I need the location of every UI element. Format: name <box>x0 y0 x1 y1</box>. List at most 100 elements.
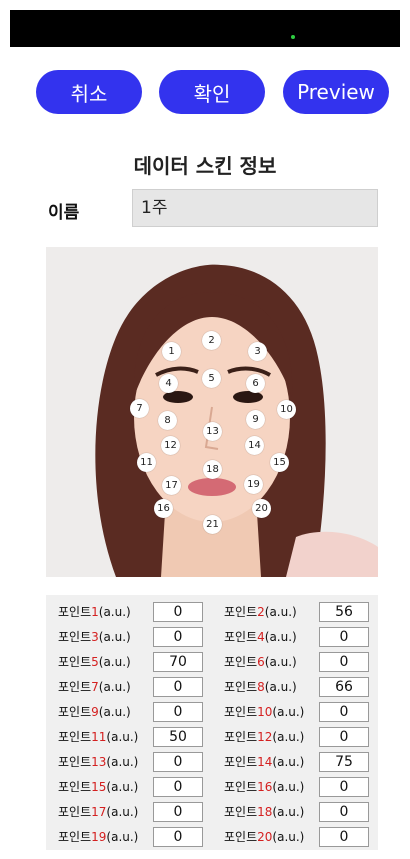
point-label: 포인트7(a.u.) <box>58 678 131 695</box>
point-label: 포인트3(a.u.) <box>58 628 131 645</box>
page-title: 데이터 스킨 정보 <box>133 154 277 178</box>
point-label: 포인트15(a.u.) <box>58 778 138 795</box>
point-unit: (a.u.) <box>106 730 139 744</box>
point-value-input[interactable]: 70 <box>153 652 203 672</box>
point-value-input[interactable]: 0 <box>153 777 203 797</box>
point-number: 6 <box>257 655 265 669</box>
point-label-text: 포인트 <box>58 655 92 669</box>
table-row: 포인트5(a.u.) 70 포인트 6(a.u.) 0 <box>46 650 378 674</box>
point-unit: (a.u.) <box>272 705 305 719</box>
point-value-input[interactable]: 0 <box>153 627 203 647</box>
point-value-input[interactable]: 75 <box>319 752 369 772</box>
point-label-text: 포인트 <box>224 805 258 819</box>
point-number: 3 <box>91 630 99 644</box>
point-label-text: 포인트 <box>224 730 258 744</box>
point-label-text: 포인트 <box>58 830 92 844</box>
point-value-input[interactable]: 0 <box>319 777 369 797</box>
point-label: 포인트4(a.u.) <box>224 628 297 645</box>
point-label-text: 포인트 <box>224 605 258 619</box>
point-number: 10 <box>257 705 273 719</box>
point-number: 9 <box>91 705 99 719</box>
table-row: 포인트1(a.u.) 0 포인트2(a.u.) 56 <box>46 600 378 624</box>
point-label: 포인트5(a.u.) <box>58 653 131 670</box>
point-number: 1 <box>91 605 99 619</box>
point-value-input[interactable]: 0 <box>319 802 369 822</box>
point-unit: (a.u.) <box>264 655 297 669</box>
point-number: 11 <box>91 730 107 744</box>
confirm-button[interactable]: 확인 <box>159 70 265 114</box>
face-point-marker: 4 <box>159 374 178 393</box>
point-number: 7 <box>91 680 99 694</box>
point-label: 포인트9(a.u.) <box>58 703 131 720</box>
point-value-input[interactable]: 0 <box>319 627 369 647</box>
point-unit: (a.u.) <box>272 730 305 744</box>
name-input[interactable]: 1주 <box>132 189 378 227</box>
face-point-marker: 9 <box>246 410 265 429</box>
point-number: 4 <box>257 630 265 644</box>
point-value-input[interactable]: 0 <box>319 702 369 722</box>
point-label: 포인트10(a.u.) <box>224 703 304 720</box>
point-label-text: 포인트 <box>224 705 258 719</box>
point-label-text: 포인트 <box>58 730 92 744</box>
point-unit: (a.u.) <box>272 780 305 794</box>
point-label-text: 포인트 <box>58 630 92 644</box>
point-unit: (a.u.) <box>106 830 139 844</box>
cancel-button[interactable]: 취소 <box>36 70 142 114</box>
point-unit: (a.u.) <box>272 830 305 844</box>
point-label: 포인트13(a.u.) <box>58 753 138 770</box>
table-row: 포인트7(a.u.) 0 포인트8(a.u.) 66 <box>46 675 378 699</box>
face-point-marker: 20 <box>252 499 271 518</box>
point-value-input[interactable]: 0 <box>153 802 203 822</box>
point-label: 포인트12(a.u.) <box>224 728 304 745</box>
point-label: 포인트20(a.u.) <box>224 828 304 845</box>
table-row: 포인트9(a.u.) 0 포인트10(a.u.) 0 <box>46 700 378 724</box>
face-photo: 1 2 3 4 5 6 7 8 9 10 11 12 13 14 15 16 1… <box>46 247 378 577</box>
point-label: 포인트1(a.u.) <box>58 603 131 620</box>
point-label: 포인트18(a.u.) <box>224 803 304 820</box>
point-value-input[interactable]: 0 <box>153 602 203 622</box>
face-point-marker: 2 <box>202 331 221 350</box>
table-row: 포인트3(a.u.) 0 포인트4(a.u.) 0 <box>46 625 378 649</box>
point-value-input[interactable]: 56 <box>319 602 369 622</box>
point-value-input[interactable]: 0 <box>319 727 369 747</box>
point-value-input[interactable]: 0 <box>153 827 203 847</box>
preview-button[interactable]: Preview <box>283 70 389 114</box>
point-unit: (a.u.) <box>98 680 131 694</box>
point-number: 17 <box>91 805 107 819</box>
point-unit: (a.u.) <box>106 780 139 794</box>
point-unit: (a.u.) <box>106 755 139 769</box>
point-value-input[interactable]: 0 <box>319 827 369 847</box>
point-number: 15 <box>91 780 107 794</box>
points-table: 포인트1(a.u.) 0 포인트2(a.u.) 56 포인트3(a.u.) 0 포인트4(a… <box>46 595 378 850</box>
face-point-marker: 19 <box>244 475 263 494</box>
point-value-input[interactable]: 0 <box>153 702 203 722</box>
table-row: 포인트13(a.u.) 0 포인트14(a.u.) 75 <box>46 750 378 774</box>
table-row: 포인트19(a.u.) 0 포인트20(a.u.) 0 <box>46 825 378 849</box>
point-unit: (a.u.) <box>264 680 297 694</box>
face-point-marker: 21 <box>203 515 222 534</box>
point-value-input[interactable]: 66 <box>319 677 369 697</box>
table-row: 포인트17(a.u.) 0 포인트18(a.u.) 0 <box>46 800 378 824</box>
point-label: 포인트14(a.u.) <box>224 753 304 770</box>
point-label-text: 포인트 <box>224 680 258 694</box>
face-point-marker: 12 <box>161 436 180 455</box>
point-value-input[interactable]: 50 <box>153 727 203 747</box>
point-label: 포인트17(a.u.) <box>58 803 138 820</box>
face-point-marker: 10 <box>277 400 296 419</box>
status-bar <box>10 10 400 47</box>
point-unit: (a.u.) <box>264 605 297 619</box>
point-number: 12 <box>257 730 273 744</box>
point-value-input[interactable]: 0 <box>153 752 203 772</box>
face-point-marker: 17 <box>162 476 181 495</box>
face-point-marker: 14 <box>245 436 264 455</box>
face-point-marker: 18 <box>203 460 222 479</box>
point-label: 포인트16(a.u.) <box>224 778 304 795</box>
point-label: 포인트2(a.u.) <box>224 603 297 620</box>
point-unit: (a.u.) <box>272 805 305 819</box>
point-label-text: 포인트 <box>58 680 92 694</box>
point-unit: (a.u.) <box>98 630 131 644</box>
point-value-input[interactable]: 0 <box>319 652 369 672</box>
status-indicator-dot <box>291 35 295 39</box>
point-value-input[interactable]: 0 <box>153 677 203 697</box>
point-label: 포인트11(a.u.) <box>58 728 138 745</box>
